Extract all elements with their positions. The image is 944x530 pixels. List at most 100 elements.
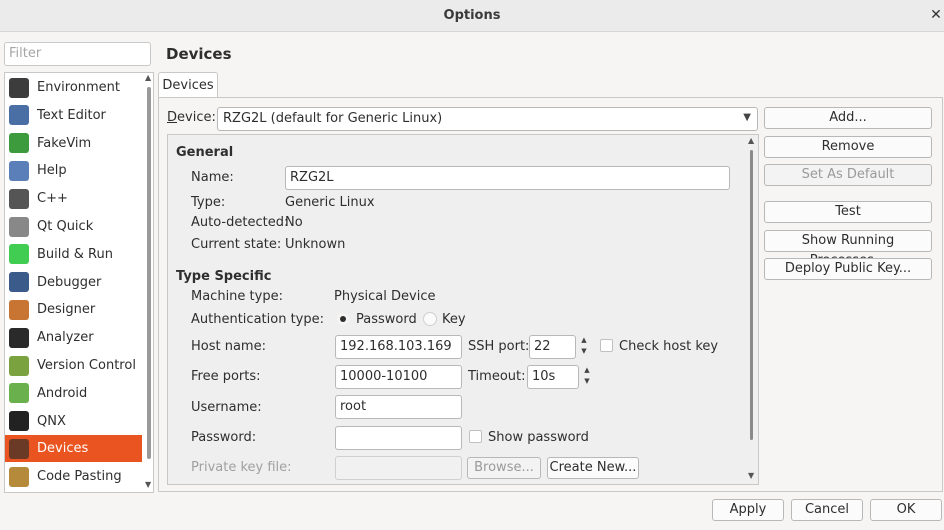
device-label: Device:	[167, 110, 216, 125]
apply-button[interactable]: Apply	[712, 499, 784, 521]
password-label: Password:	[191, 430, 257, 445]
sidebar-item-c[interactable]: C++	[5, 185, 142, 212]
create-new-button[interactable]: Create New...	[547, 457, 639, 479]
machine-type-value: Physical Device	[334, 289, 436, 304]
sidebar-item-qnx[interactable]: QNX	[5, 408, 142, 435]
check-host-key-label: Check host key	[619, 339, 719, 354]
sidebar-item-devices[interactable]: Devices	[5, 435, 142, 463]
chevron-down-icon[interactable]: ▼	[577, 346, 591, 357]
cancel-button[interactable]: Cancel	[791, 499, 863, 521]
sidebar-item-debugger[interactable]: Debugger	[5, 269, 142, 296]
sidebar-item-label: C++	[37, 191, 68, 207]
environment-icon	[9, 77, 29, 98]
private-key-file-field[interactable]	[335, 456, 462, 480]
tab-devices[interactable]: Devices	[158, 72, 218, 98]
text-editor-icon	[9, 105, 29, 126]
sidebar-item-qt-quick[interactable]: Qt Quick	[5, 213, 142, 240]
sidebar-item-label: Devices	[37, 441, 89, 457]
remove-button[interactable]: Remove	[764, 136, 932, 158]
name-field[interactable]: RZG2L	[285, 166, 730, 190]
ssh-port-label: SSH port:	[468, 339, 530, 354]
auth-password-label: Password	[356, 312, 417, 327]
show-password-checkbox[interactable]	[469, 430, 482, 443]
radio-selected-dot	[340, 316, 346, 322]
scroll-up-icon[interactable]: ▲	[748, 136, 754, 145]
check-host-key-checkbox[interactable]	[600, 339, 613, 352]
analyzer-icon	[9, 327, 29, 348]
browse-button[interactable]: Browse...	[467, 457, 541, 479]
test-button[interactable]: Test	[764, 201, 932, 223]
auth-key-label: Key	[442, 312, 466, 327]
sidebar-item-label: Debugger	[37, 274, 102, 290]
deploy-public-key-button[interactable]: Deploy Public Key...	[764, 258, 932, 280]
cpp-icon	[9, 188, 29, 209]
ok-button[interactable]: OK	[870, 499, 942, 521]
sidebar-item-label: Text Editor	[37, 107, 106, 123]
ssh-port-stepper[interactable]: ▲ ▼	[577, 335, 591, 357]
free-ports-field[interactable]: 10000-10100	[335, 365, 462, 389]
sidebar-item-code-pasting[interactable]: Code Pasting	[5, 463, 142, 490]
type-value: Generic Linux	[285, 195, 375, 210]
chevron-down-icon: ▼	[743, 112, 751, 123]
timeout-label: Timeout:	[468, 369, 526, 384]
sidebar-item-android[interactable]: Android	[5, 380, 142, 407]
private-key-file-label: Private key file:	[191, 460, 292, 475]
close-icon[interactable]: ✕	[929, 8, 943, 22]
designer-icon	[9, 299, 29, 320]
chevron-up-icon[interactable]: ▲	[580, 365, 594, 376]
free-ports-label: Free ports:	[191, 369, 261, 384]
machine-type-label: Machine type:	[191, 289, 283, 304]
show-running-processes-button[interactable]: Show Running Processes...	[764, 230, 932, 268]
sidebar-item-label: Android	[37, 385, 88, 401]
debugger-icon	[9, 272, 29, 293]
sidebar-item-fakevim[interactable]: FakeVim	[5, 130, 142, 157]
code-pasting-icon	[9, 466, 29, 487]
scrollbar-thumb[interactable]	[750, 150, 753, 440]
filter-input[interactable]	[5, 43, 151, 63]
sidebar-scrollbar[interactable]: ▲ ▼	[145, 73, 153, 492]
scrollbar-thumb[interactable]	[147, 87, 151, 459]
show-password-label: Show password	[488, 430, 589, 445]
sidebar-item-text-editor[interactable]: Text Editor	[5, 102, 142, 129]
sidebar-item-label: QNX	[37, 413, 66, 429]
type-label: Type:	[191, 195, 226, 210]
auto-detected-label: Auto-detected:	[191, 215, 289, 230]
device-combobox[interactable]: RZG2L (default for Generic Linux) ▼	[217, 107, 758, 131]
scroll-up-icon[interactable]: ▲	[145, 73, 151, 82]
timeout-stepper[interactable]: ▲ ▼	[580, 365, 594, 387]
ssh-port-spinbox[interactable]: 22	[529, 335, 576, 359]
auth-password-radio[interactable]	[337, 313, 349, 325]
scroll-down-icon[interactable]: ▼	[145, 480, 151, 489]
sidebar-item-label: Environment	[37, 80, 121, 95]
auth-key-radio[interactable]	[423, 312, 437, 326]
chevron-up-icon[interactable]: ▲	[577, 335, 591, 346]
timeout-spinbox[interactable]: 10s	[527, 365, 579, 389]
version-control-icon	[9, 355, 29, 376]
host-name-field[interactable]: 192.168.103.169	[335, 335, 462, 359]
settings-scrollbar[interactable]: ▲ ▼	[748, 136, 756, 483]
sidebar-item-build-run[interactable]: Build & Run	[5, 241, 142, 268]
sidebar-item-environment[interactable]: Environment	[5, 74, 142, 101]
sidebar-item-label: Code Pasting	[37, 469, 122, 485]
sidebar-item-version-control[interactable]: Version Control	[5, 352, 142, 379]
chevron-down-icon[interactable]: ▼	[580, 376, 594, 387]
username-field[interactable]: root	[335, 395, 462, 419]
sidebar-item-analyzer[interactable]: Analyzer	[5, 324, 142, 351]
sidebar-item-label: Help	[37, 163, 67, 179]
free-ports-value: 10000-10100	[340, 369, 428, 384]
sidebar-item-designer[interactable]: Designer	[5, 296, 142, 323]
name-label: Name:	[191, 170, 234, 185]
set-as-default-button[interactable]: Set As Default	[764, 164, 932, 186]
sidebar-item-help[interactable]: Help	[5, 157, 142, 184]
auto-detected-value: No	[285, 215, 303, 230]
add-button[interactable]: Add...	[764, 107, 932, 129]
password-field[interactable]	[335, 426, 462, 450]
android-icon	[9, 383, 29, 404]
username-value: root	[340, 399, 367, 414]
sidebar-item-label: Qt Quick	[37, 219, 94, 234]
window-title: Options	[443, 8, 501, 23]
scroll-down-icon[interactable]: ▼	[748, 471, 754, 480]
devices-icon	[9, 438, 29, 459]
page-title: Devices	[166, 45, 232, 63]
username-label: Username:	[191, 400, 262, 415]
